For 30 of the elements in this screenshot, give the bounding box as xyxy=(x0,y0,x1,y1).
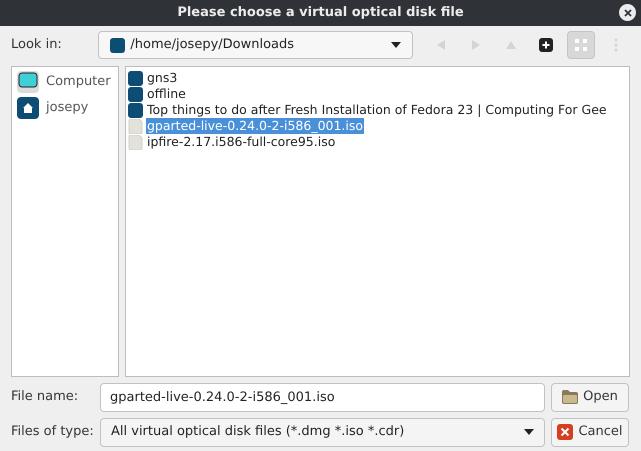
file-type-dropdown[interactable]: All virtual optical disk files (*.dmg *.iso *.cdr) xyxy=(100,418,545,446)
window-title: Please choose a virtual optical disk file xyxy=(177,4,464,22)
close-icon xyxy=(624,8,632,16)
look-in-label: Look in: xyxy=(11,36,63,54)
folder-icon xyxy=(128,70,143,86)
open-button[interactable]: Open xyxy=(551,382,629,412)
file-name-label: File name: xyxy=(11,388,80,406)
folder-icon xyxy=(562,390,578,404)
file-name-field[interactable]: gparted-live-0.24.0-2-i586_001.iso xyxy=(100,382,545,412)
view-mode-button[interactable] xyxy=(567,31,595,59)
monitor-icon xyxy=(17,71,39,93)
file-row[interactable]: Top things to do after Fresh Installation of Fedora 23 | Computing For Gee xyxy=(128,102,627,118)
places-item[interactable]: josepy xyxy=(17,96,113,120)
dropdown-caret-icon xyxy=(524,429,534,435)
file-icon xyxy=(128,134,143,150)
file-type-label: Files of type: xyxy=(11,423,95,442)
file-icon xyxy=(128,118,143,134)
file-row[interactable]: gns3 xyxy=(128,70,627,86)
dropdown-caret-icon xyxy=(391,42,401,48)
file-row[interactable]: ipfire-2.17.i586-full-core95.iso xyxy=(128,134,627,150)
cancel-button[interactable]: Cancel xyxy=(551,418,629,446)
file-row[interactable]: offline xyxy=(128,86,627,102)
folder-icon xyxy=(110,38,126,52)
close-button[interactable] xyxy=(619,4,636,21)
folder-icon xyxy=(128,86,143,102)
home-folder-icon xyxy=(17,97,39,119)
cancel-icon xyxy=(557,424,574,440)
folder-icon xyxy=(128,102,143,118)
places-item[interactable]: Computer xyxy=(17,70,113,94)
location-dropdown[interactable]: /home/josepy/Downloads xyxy=(98,31,413,59)
